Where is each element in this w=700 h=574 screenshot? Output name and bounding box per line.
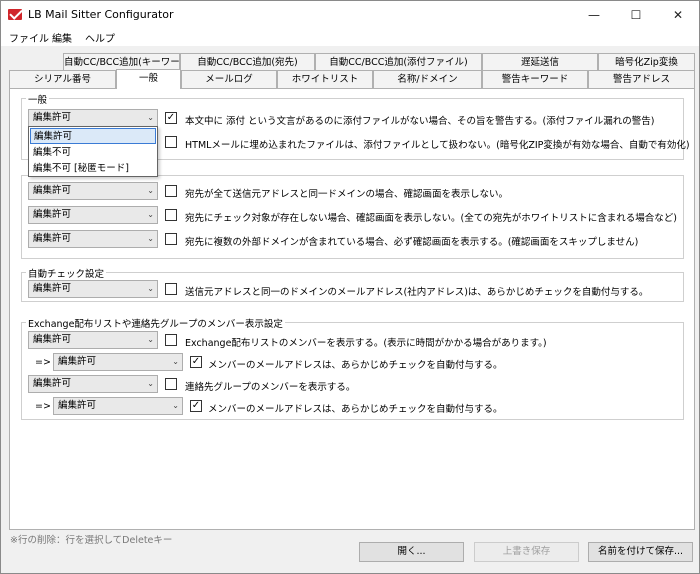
maximize-icon[interactable]: ☐ [621,5,651,25]
minimize-icon[interactable]: — [579,5,609,25]
chevron-down-icon: ⌄ [172,401,179,410]
no-check-target-label: 宛先にチェック対象が存在しない場合、確認画面を表示しない。(全ての宛先がホワイト… [185,213,677,224]
tab-name-domain[interactable]: 名称/ドメイン [373,70,482,88]
chevron-down-icon: ⌄ [147,379,154,388]
exchange-dl-checkbox[interactable] [165,334,177,346]
combo-dropdown-list: 編集許可 編集不可 編集不可 [秘匿モード] [28,126,158,177]
tab-delay-send[interactable]: 遅延送信 [482,53,598,71]
tab-whitelist[interactable]: ホワイトリスト [277,70,373,88]
general-row1-combo[interactable]: 編集許可 ⌄ [28,109,158,127]
chevron-down-icon: ⌄ [147,210,154,219]
tab-encrypt-zip[interactable]: 暗号化Zip変換 [598,53,695,71]
contact-group-combo[interactable]: 編集許可 ⌄ [28,375,158,393]
exchange-dl-sub-combo[interactable]: 編集許可 ⌄ [53,353,183,371]
tab-warning-keyword[interactable]: 警告キーワード [482,70,588,88]
no-check-target-checkbox[interactable] [165,209,177,221]
tab-auto-cc-attachment[interactable]: 自動CC/BCC追加(添付ファイル) [315,53,482,71]
app-window: LB Mail Sitter Configurator — ☐ ✕ ファイル 編… [0,0,700,574]
chevron-down-icon: ⌄ [172,357,179,366]
confirm-row2-combo[interactable]: 編集許可 ⌄ [28,206,158,224]
general-group-title: 一般 [26,92,50,106]
menu-edit[interactable]: 編集 [52,30,72,45]
multi-domain-label: 宛先に複数の外部ドメインが含まれている場合、必ず確認画面を表示する。(確認画面を… [185,237,639,248]
tab-warning-address[interactable]: 警告アドレス [588,70,695,88]
contact-group-checkbox[interactable] [165,378,177,390]
tab-auto-cc-recipient[interactable]: 自動CC/BCC追加(宛先) [180,53,315,71]
exchange-dl-member-checkbox[interactable]: ✓ [190,356,202,368]
exchange-dl-member-label: メンバーのメールアドレスは、あらかじめチェックを自動付与する。 [208,360,503,371]
confirm-row3-combo[interactable]: 編集許可 ⌄ [28,230,158,248]
tab-mail-log[interactable]: メールログ [181,70,277,88]
exchange-dl-sub-prefix: => [35,357,51,368]
chevron-down-icon: ⌄ [147,335,154,344]
exchange-group-title: Exchange配布リストや連絡先グループのメンバー表示設定 [26,316,285,330]
attachment-warning-checkbox[interactable]: ✓ [165,112,177,124]
contact-group-sub-combo[interactable]: 編集許可 ⌄ [53,397,183,415]
window-title: LB Mail Sitter Configurator [28,8,174,21]
same-domain-label: 宛先が全て送信元アドレスと同一ドメインの場合、確認画面を表示しない。 [185,189,509,200]
chevron-down-icon: ⌄ [147,113,154,122]
attachment-warning-label: 本文中に 添付 という文言があるのに添付ファイルがない場合、その旨を警告する。(… [185,116,655,127]
chevron-down-icon: ⌄ [147,186,154,195]
contact-group-sub-prefix: => [35,401,51,412]
save-as-button[interactable]: 名前を付けて保存... [588,542,693,562]
tab-serial[interactable]: シリアル番号 [9,70,116,88]
html-embedded-checkbox[interactable] [165,136,177,148]
contact-group-label: 連絡先グループのメンバーを表示する。 [185,382,356,393]
tab-general[interactable]: 一般 [116,69,181,89]
open-button[interactable]: 開く... [359,542,464,562]
autocheck-group-title: 自動チェック設定 [26,266,107,280]
exchange-dl-label: Exchange配布リストのメンバーを表示する。(表示に時間がかかる場合がありま… [185,338,547,349]
internal-address-checkbox[interactable] [165,283,177,295]
menu-file[interactable]: ファイル [9,30,49,45]
dropdown-option-editable[interactable]: 編集許可 [30,128,156,144]
menu-help[interactable]: ヘルプ [85,30,115,45]
title-bar: LB Mail Sitter Configurator — ☐ ✕ [1,1,699,29]
confirm-row1-combo[interactable]: 編集許可 ⌄ [28,182,158,200]
chevron-down-icon: ⌄ [147,284,154,293]
internal-address-label: 送信元アドレスと同一のドメインのメールアドレス(社内アドレス)は、あらかじめチェ… [185,287,649,298]
contact-group-member-checkbox[interactable]: ✓ [190,400,202,412]
overwrite-save-button[interactable]: 上書き保存 [474,542,579,562]
html-embedded-label: HTMLメールに埋め込まれたファイルは、添付ファイルとして扱わない。(暗号化ZI… [185,140,690,151]
menu-bar: ファイル 編集 ヘルプ [1,29,699,46]
chevron-down-icon: ⌄ [147,234,154,243]
exchange-dl-combo[interactable]: 編集許可 ⌄ [28,331,158,349]
same-domain-checkbox[interactable] [165,185,177,197]
contact-group-member-label: メンバーのメールアドレスは、あらかじめチェックを自動付与する。 [208,404,503,415]
multi-domain-checkbox[interactable] [165,233,177,245]
mail-check-icon [8,9,22,20]
dropdown-option-locked-hidden[interactable]: 編集不可 [秘匿モード] [30,161,156,177]
autocheck-combo[interactable]: 編集許可 ⌄ [28,280,158,298]
delete-row-hint: ※行の削除：行を選択してDeleteキー [10,535,173,546]
close-icon[interactable]: ✕ [663,5,693,25]
dropdown-option-locked[interactable]: 編集不可 [30,145,156,161]
